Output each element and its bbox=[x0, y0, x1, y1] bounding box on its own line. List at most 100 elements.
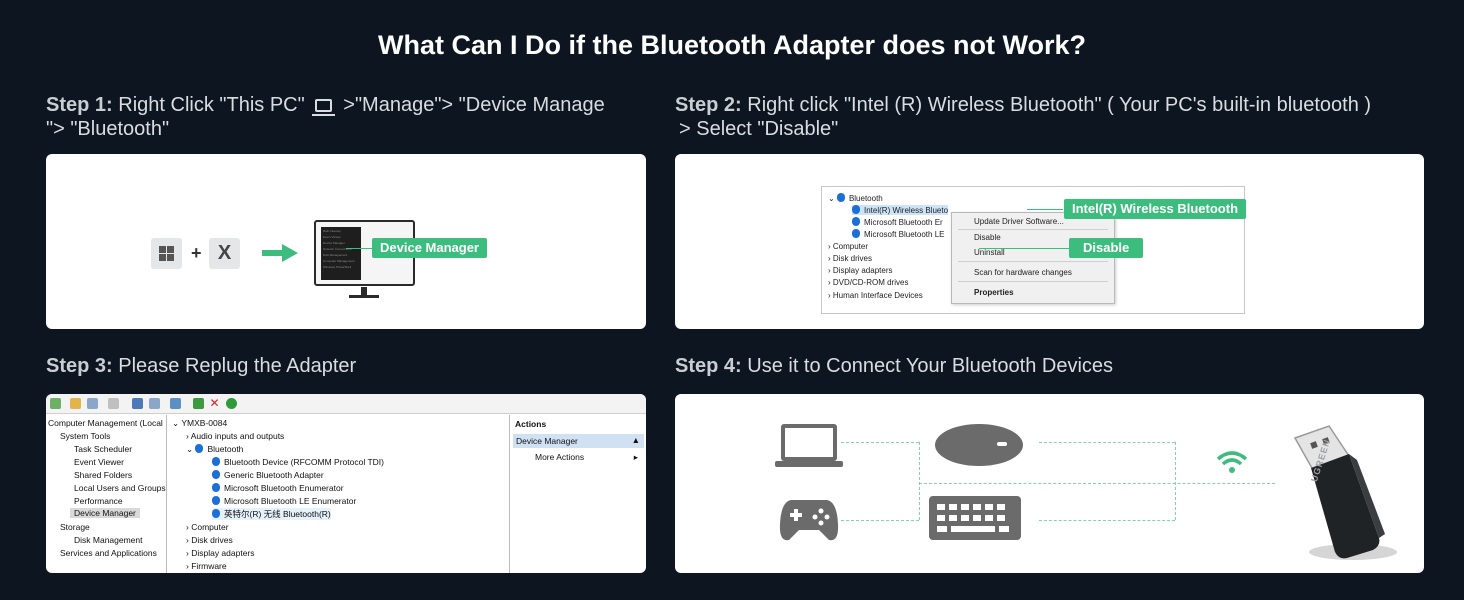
tree-item[interactable]: Computer Management (Local bbox=[48, 418, 163, 428]
device-manager-tag: Device Manager bbox=[372, 238, 487, 258]
ctx-scan[interactable]: Scan for hardware changes bbox=[974, 268, 1072, 277]
tree-ms-bt-le[interactable]: Microsoft Bluetooth LE bbox=[852, 229, 944, 239]
device-display[interactable]: › Display adapters bbox=[186, 548, 255, 558]
back-icon[interactable] bbox=[50, 398, 61, 409]
tree-bluetooth[interactable]: ⌄ Bluetooth bbox=[828, 193, 883, 203]
bluetooth-icon bbox=[212, 509, 220, 518]
context-menu: Update Driver Software... Disable Uninst… bbox=[951, 212, 1115, 304]
step2-text-a: Right click "Intel (R) Wireless Bluetoot… bbox=[747, 94, 1372, 116]
actions-pane: Actions Device Manager ▲ More Actions ▸ bbox=[511, 415, 646, 573]
step1-text-b: >"Manage"> "Device Manage bbox=[343, 94, 605, 116]
bt-device-item[interactable]: Microsoft Bluetooth LE Enumerator bbox=[212, 496, 356, 506]
console-tree: Computer Management (Local System Tools … bbox=[46, 415, 167, 573]
tree-computer[interactable]: › Computer bbox=[828, 242, 868, 251]
bluetooth-icon bbox=[212, 496, 220, 505]
step1-caption: Step 1: Right Click "This PC" >"Manage">… bbox=[46, 93, 646, 141]
view-icon[interactable] bbox=[87, 398, 98, 409]
arrow-right-icon bbox=[262, 244, 298, 262]
tree-item[interactable]: Local Users and Groups bbox=[74, 483, 166, 493]
tree-item[interactable]: Storage bbox=[60, 522, 90, 532]
connector-line bbox=[1039, 520, 1175, 521]
connector-line bbox=[919, 483, 1275, 484]
device-disk[interactable]: › Disk drives bbox=[186, 535, 233, 545]
device-bluetooth[interactable]: ⌄ Bluetooth bbox=[186, 444, 243, 455]
step2-text-b: > Select "Disable" bbox=[679, 118, 839, 140]
callout-line bbox=[979, 248, 1069, 249]
connector-line bbox=[919, 442, 920, 520]
disable-tag: Disable bbox=[1069, 238, 1144, 258]
bluetooth-icon bbox=[212, 470, 220, 479]
tree-ms-bt-enum[interactable]: Microsoft Bluetooth Er bbox=[852, 217, 943, 227]
update-driver-icon[interactable] bbox=[193, 398, 204, 409]
tree-intel-bt[interactable]: Intel(R) Wireless Blueto bbox=[852, 205, 949, 215]
step4-panel: UGREEN bbox=[675, 394, 1424, 573]
keyboard-icon bbox=[929, 496, 1021, 540]
device-root[interactable]: ⌄ YMXB-0084 bbox=[172, 418, 227, 429]
step4-text: Use it to Connect Your Bluetooth Devices bbox=[747, 355, 1114, 377]
tree-item[interactable]: Disk Management bbox=[74, 535, 143, 545]
bluetooth-adapter-image bbox=[1293, 425, 1397, 560]
step3-caption: Step 3: Please Replug the Adapter bbox=[46, 354, 356, 378]
ctx-properties[interactable]: Properties bbox=[974, 288, 1014, 297]
tree-hid[interactable]: › Human Interface Devices bbox=[828, 291, 923, 300]
connector-line bbox=[841, 442, 919, 443]
gamepad-icon bbox=[779, 500, 839, 541]
bt-device-item[interactable]: Bluetooth Device (RFCOMM Protocol TDI) bbox=[212, 457, 384, 467]
toolbar: ✕ bbox=[46, 394, 646, 414]
ctx-disable[interactable]: Disable bbox=[974, 233, 1001, 242]
ctx-separator bbox=[958, 261, 1108, 262]
collapse-icon: ▲ bbox=[631, 435, 640, 445]
bluetooth-icon bbox=[195, 444, 204, 453]
properties-icon[interactable] bbox=[108, 398, 119, 409]
bluetooth-icon bbox=[852, 229, 860, 238]
laptop-icon bbox=[775, 424, 843, 467]
scan-icon[interactable] bbox=[226, 398, 237, 409]
page-title: What Can I Do if the Bluetooth Adapter d… bbox=[378, 30, 1086, 60]
folder-icon[interactable] bbox=[70, 398, 81, 409]
bt-device-item[interactable]: Microsoft Bluetooth Enumerator bbox=[212, 483, 344, 493]
tree-item[interactable]: Performance bbox=[74, 496, 123, 506]
device-firmware[interactable]: › Firmware bbox=[186, 561, 227, 571]
callout-line bbox=[346, 248, 372, 249]
tree-item[interactable]: Task Scheduler bbox=[74, 444, 132, 454]
tree-disk[interactable]: › Disk drives bbox=[828, 254, 872, 263]
x-key: X bbox=[209, 238, 240, 269]
help-icon[interactable] bbox=[132, 398, 143, 409]
device-audio[interactable]: › Audio inputs and outputs bbox=[186, 431, 284, 441]
device-computer[interactable]: › Computer bbox=[186, 522, 229, 532]
intel-bt-tag: Intel(R) Wireless Bluetooth bbox=[1064, 199, 1247, 219]
bluetooth-icon bbox=[212, 457, 220, 466]
actions-title: Actions bbox=[515, 419, 547, 429]
step1-text-a: Right Click "This PC" bbox=[118, 94, 305, 116]
monitor-base bbox=[349, 295, 379, 298]
tree-item[interactable]: Services and Applications bbox=[60, 548, 157, 558]
monitor-stand bbox=[361, 287, 367, 295]
chevron-right-icon: ▸ bbox=[633, 452, 638, 462]
bt-device-item[interactable]: Generic Bluetooth Adapter bbox=[212, 470, 324, 480]
windows-logo-icon bbox=[159, 246, 174, 261]
monitor-small-icon[interactable] bbox=[170, 398, 181, 409]
windows-key bbox=[151, 238, 182, 269]
tree-item[interactable]: System Tools bbox=[60, 431, 110, 441]
more-actions-link[interactable]: More Actions bbox=[535, 452, 584, 462]
connector-line bbox=[841, 520, 919, 521]
actions-device-manager[interactable]: Device Manager ▲ bbox=[513, 434, 644, 448]
device-tree: ⌄ YMXB-0084 › Audio inputs and outputs ⌄… bbox=[168, 415, 510, 573]
bt-device-item-selected[interactable]: 英特尔(R) 无线 Bluetooth(R) bbox=[212, 508, 331, 520]
step1-label: Step 1: bbox=[46, 94, 113, 116]
quick-link-menu: Disk Cleanup Event Viewer Device Manager… bbox=[321, 227, 361, 280]
ctx-update-driver[interactable]: Update Driver Software... bbox=[974, 217, 1064, 226]
tree-item[interactable]: Event Viewer bbox=[74, 457, 124, 467]
menu-item: Windows PowerShell bbox=[323, 265, 352, 269]
step3-panel: ✕ Computer Management (Local System Tool… bbox=[46, 394, 646, 573]
tree-display[interactable]: › Display adapters bbox=[828, 266, 892, 275]
tree-item-selected[interactable]: Device Manager bbox=[70, 508, 140, 518]
bluetooth-icon bbox=[852, 217, 860, 226]
tree-item[interactable]: Shared Folders bbox=[74, 470, 132, 480]
plus-sign: + bbox=[191, 243, 202, 263]
ctx-uninstall[interactable]: Uninstall bbox=[974, 248, 1005, 257]
pane-icon[interactable] bbox=[149, 398, 160, 409]
step1-text-c: "> "Bluetooth" bbox=[46, 118, 170, 140]
tree-dvd[interactable]: › DVD/CD-ROM drives bbox=[828, 278, 908, 287]
uninstall-x-icon[interactable]: ✕ bbox=[209, 397, 220, 409]
